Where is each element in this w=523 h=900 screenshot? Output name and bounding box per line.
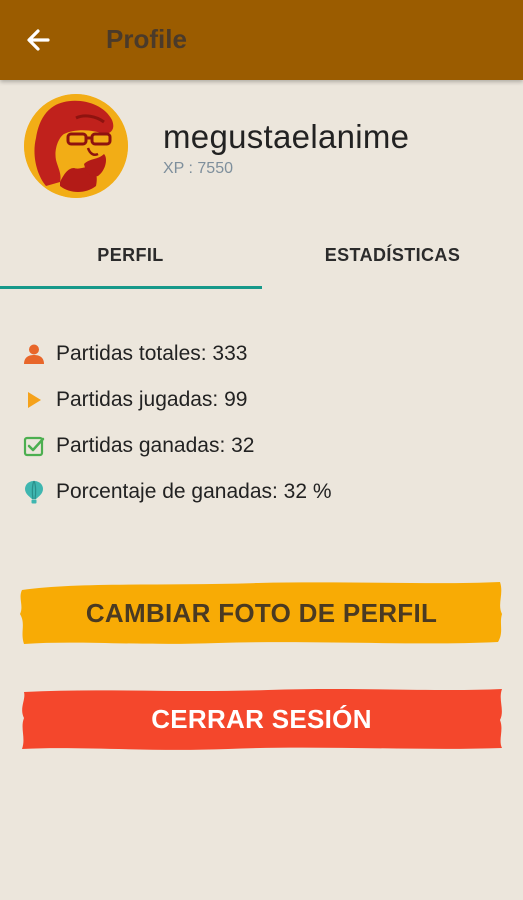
back-button[interactable] <box>20 22 60 58</box>
stat-text: Porcentaje de ganadas: 32 % <box>56 480 332 503</box>
tab-perfil[interactable]: PERFIL <box>0 222 261 288</box>
xp-label: XP : 7550 <box>163 160 233 177</box>
stat-text: Partidas ganadas: 32 <box>56 434 255 457</box>
checkbox-icon <box>22 434 46 458</box>
stat-text: Partidas totales: 333 <box>56 342 248 365</box>
play-icon <box>22 388 46 412</box>
change-photo-button[interactable]: CAMBIAR FOTO DE PERFIL <box>18 580 505 646</box>
profile-header: megustaelanime XP : 7550 <box>0 80 523 220</box>
avatar[interactable] <box>24 94 128 198</box>
page-title: Profile <box>106 24 187 54</box>
user-avatar-image <box>24 94 128 198</box>
tab-estadisticas[interactable]: ESTADÍSTICAS <box>262 222 523 288</box>
stat-text: Partidas jugadas: 99 <box>56 388 248 411</box>
tab-indicator <box>0 286 262 289</box>
stat-won-games: Partidas ganadas: 32 <box>22 428 502 464</box>
stat-played-games: Partidas jugadas: 99 <box>22 382 502 418</box>
logout-label: CERRAR SESIÓN <box>151 703 372 734</box>
arrow-left-icon <box>27 29 50 51</box>
app-bar: Profile <box>0 0 523 80</box>
stat-total-games: Partidas totales: 333 <box>22 336 502 372</box>
username: megustaelanime <box>163 118 410 155</box>
tab-bar: PERFIL ESTADÍSTICAS <box>0 222 523 292</box>
balloon-icon <box>22 480 46 504</box>
person-icon <box>22 342 46 366</box>
stat-win-percentage: Porcentaje de ganadas: 32 % <box>22 474 502 510</box>
logout-button[interactable]: CERRAR SESIÓN <box>18 686 505 752</box>
change-photo-label: CAMBIAR FOTO DE PERFIL <box>85 597 438 628</box>
